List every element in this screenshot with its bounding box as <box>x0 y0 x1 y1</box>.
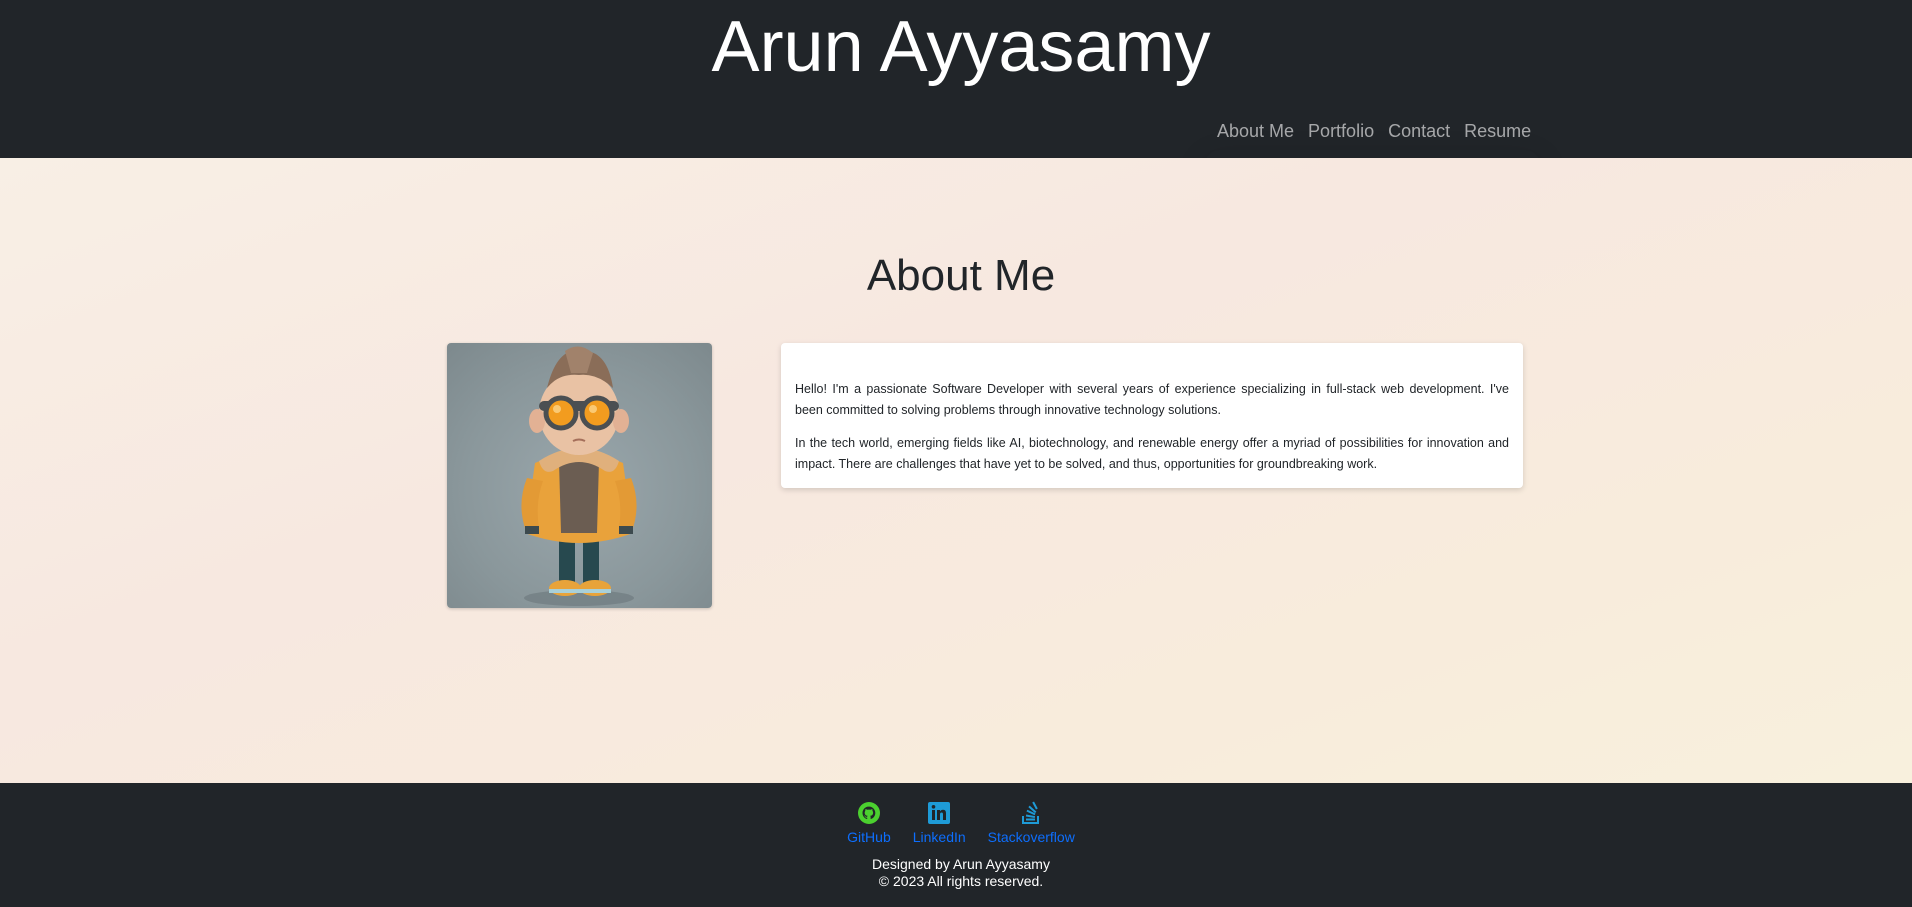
social-links: GitHub LinkedIn Stackoverflow <box>0 801 1912 845</box>
nav-resume[interactable]: Resume <box>1457 117 1538 145</box>
site-footer: GitHub LinkedIn Stackoverflow Designed b… <box>0 783 1912 907</box>
github-icon <box>857 802 880 824</box>
avatar <box>447 343 712 608</box>
site-header: Arun Ayyasamy About Me Portfolio Contact… <box>0 0 1912 158</box>
site-title: Arun Ayyasamy <box>711 7 1211 87</box>
copyright-text: © 2023 All rights reserved. <box>878 873 1044 889</box>
stackoverflow-label: Stackoverflow <box>987 829 1075 845</box>
main-content: About Me Hello! I'm a passionate Softwar… <box>0 158 1912 783</box>
avatar-illustration <box>521 346 637 606</box>
stackoverflow-icon <box>1022 801 1040 824</box>
github-link[interactable]: GitHub <box>847 801 891 845</box>
nav-portfolio[interactable]: Portfolio <box>1301 117 1381 145</box>
github-label: GitHub <box>847 829 891 845</box>
nav-about-me[interactable]: About Me <box>1210 117 1301 145</box>
linkedin-label: LinkedIn <box>912 829 966 845</box>
main-nav: About Me Portfolio Contact Resume <box>1210 117 1538 145</box>
about-paragraph-2: In the tech world, emerging fields like … <box>795 436 1509 471</box>
linkedin-link[interactable]: LinkedIn <box>913 801 966 845</box>
nav-contact[interactable]: Contact <box>1381 117 1457 145</box>
designed-by-text: Designed by Arun Ayyasamy <box>872 856 1050 872</box>
about-paragraph-1: Hello! I'm a passionate Software Develop… <box>795 382 1509 417</box>
footer-credits: Designed by Arun Ayyasamy © 2023 All rig… <box>0 856 1912 890</box>
stackoverflow-link[interactable]: Stackoverflow <box>988 801 1075 845</box>
linkedin-icon <box>928 802 951 824</box>
about-card: Hello! I'm a passionate Software Develop… <box>781 343 1523 488</box>
about-heading: About Me <box>866 251 1056 300</box>
